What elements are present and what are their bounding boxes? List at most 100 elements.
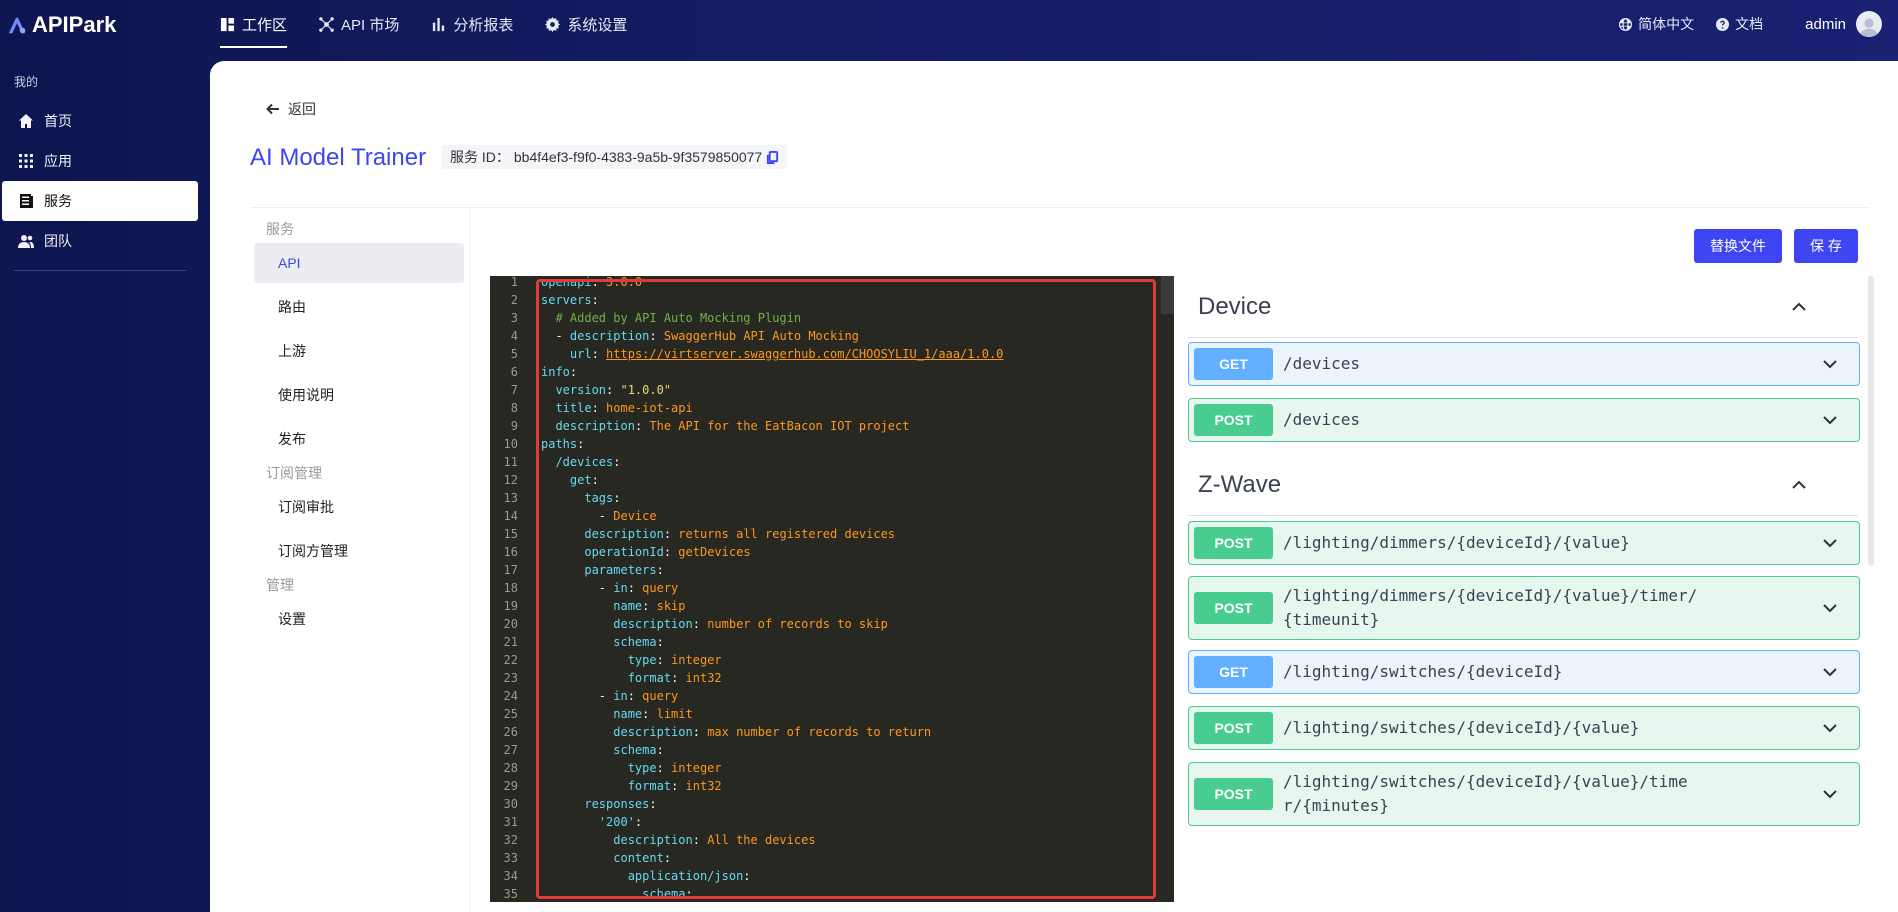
code-text: description: All the devices: [613, 833, 816, 847]
user-icon: [1859, 18, 1879, 37]
code-line: 31 '200':: [490, 813, 1003, 831]
code-line: 32 description: All the devices: [490, 831, 1003, 849]
submenu-item-subscription-review[interactable]: 订阅审批: [254, 487, 464, 527]
code-text: operationId: getDevices: [584, 545, 751, 559]
code-text: parameters:: [584, 563, 664, 577]
operation-path: /devices: [1283, 410, 1361, 429]
code-line: 16 operationId: getDevices: [490, 543, 1003, 561]
sidebar-item-apps[interactable]: 应用: [2, 141, 198, 181]
docs-link[interactable]: 文档: [1716, 14, 1763, 34]
http-method-badge: POST: [1194, 527, 1273, 559]
line-number: 34: [503, 869, 518, 883]
service-submenu: 服务 API 路由 上游 使用说明 发布 订阅管理 订阅审批 订阅方管理 管理 …: [250, 208, 470, 912]
save-button[interactable]: 保 存: [1794, 229, 1858, 263]
code-line: 1 openapi: 3.0.0: [490, 276, 1003, 291]
nav-workspace[interactable]: 工作区: [220, 0, 288, 48]
nav-api-market[interactable]: API 市场: [319, 0, 399, 48]
code-text: type: integer: [627, 761, 722, 775]
tag-header-device[interactable]: Device: [1188, 276, 1858, 338]
sidebar-item-home[interactable]: 首页: [2, 101, 198, 141]
replace-file-button[interactable]: 替换文件: [1694, 229, 1782, 263]
code-text: application/json:: [627, 869, 751, 883]
code-text: schema:: [642, 887, 693, 901]
operation-post-switch-timer[interactable]: POST /lighting/switches/{deviceId}/{valu…: [1188, 762, 1860, 826]
code-text: servers:: [541, 293, 599, 307]
line-number: 27: [503, 743, 518, 757]
tag-header-zwave[interactable]: Z-Wave: [1188, 454, 1858, 516]
operation-post-dimmer-timer[interactable]: POST /lighting/dimmers/{deviceId}/{value…: [1188, 576, 1860, 640]
line-number: 29: [503, 779, 518, 793]
nav-analytics[interactable]: 分析报表: [431, 0, 513, 48]
submenu-item-publish[interactable]: 发布: [254, 419, 464, 459]
code-text: - description: SwaggerHub API Auto Mocki…: [555, 329, 859, 343]
line-number: 8: [510, 401, 518, 415]
operation-get-devices[interactable]: GET /devices: [1188, 342, 1860, 386]
submenu-group-service: 服务: [266, 221, 294, 237]
sidebar-divider: [14, 270, 186, 271]
line-number: 35: [503, 887, 518, 901]
code-text: get:: [569, 473, 599, 487]
http-method-badge: POST: [1194, 778, 1273, 810]
team-icon: [18, 235, 34, 248]
operation-path: /lighting/switches/{deviceId}/{value}: [1283, 718, 1640, 737]
code-line: 24 - in: query: [490, 687, 1003, 705]
submenu-item-routes[interactable]: 路由: [254, 287, 464, 327]
back-link[interactable]: 返回: [266, 99, 316, 119]
line-number: 20: [503, 617, 518, 631]
line-number: 21: [503, 635, 518, 649]
line-number: 32: [503, 833, 518, 847]
submenu-item-subscribers[interactable]: 订阅方管理: [254, 531, 464, 571]
line-number: 19: [503, 599, 518, 613]
submenu-item-api[interactable]: API: [254, 243, 464, 283]
line-number: 18: [503, 581, 518, 595]
line-number: 33: [503, 851, 518, 865]
copy-icon[interactable]: [766, 150, 779, 164]
sidebar-item-team[interactable]: 团队: [2, 221, 198, 261]
chevron-down-icon: [1823, 416, 1837, 425]
line-number: 1: [510, 276, 518, 289]
code-text: format: int32: [627, 671, 722, 685]
nav-label: API 市场: [341, 16, 400, 34]
language-switcher[interactable]: 简体中文: [1619, 14, 1694, 34]
code-line: 20 description: number of records to ski…: [490, 615, 1003, 633]
submenu-item-docs[interactable]: 使用说明: [254, 375, 464, 415]
avatar[interactable]: [1856, 11, 1882, 37]
yaml-code-editor[interactable]: 1 openapi: 3.0.0 2 servers: 3 # Added by API…: [490, 276, 1174, 902]
code-line: 3 # Added by API Auto Mocking Plugin: [490, 309, 1003, 327]
page-title: AI Model Trainer: [250, 144, 427, 171]
app-logo[interactable]: APIPark: [6, 12, 116, 38]
code-line: 17 parameters:: [490, 561, 1003, 579]
line-number: 7: [510, 383, 518, 397]
operation-get-switch[interactable]: GET /lighting/switches/{deviceId}: [1188, 650, 1860, 694]
code-line: 23 format: int32: [490, 669, 1003, 687]
logo-icon: [8, 17, 26, 34]
code-text: - in: query: [598, 581, 679, 595]
line-number: 10: [503, 437, 518, 451]
submenu-group-subscription: 订阅管理: [266, 465, 322, 481]
code-line: 7 version: "1.0.0": [490, 381, 1003, 399]
chevron-down-icon: [1823, 790, 1837, 799]
swagger-scrollbar[interactable]: [1868, 276, 1874, 566]
submenu-group-manage: 管理: [266, 577, 294, 593]
operation-post-switch-value[interactable]: POST /lighting/switches/{deviceId}/{valu…: [1188, 706, 1860, 750]
user-menu[interactable]: admin: [1805, 11, 1882, 37]
code-text: schema:: [613, 743, 664, 757]
code-text: description: max number of records to re…: [613, 725, 932, 739]
line-number: 3: [510, 311, 518, 325]
operation-post-dimmer-value[interactable]: POST /lighting/dimmers/{deviceId}/{value…: [1188, 521, 1860, 565]
line-number: 24: [503, 689, 518, 703]
chevron-down-icon: [1823, 604, 1837, 613]
operation-post-devices[interactable]: POST /devices: [1188, 398, 1860, 442]
code-line: 11 /devices:: [490, 453, 1003, 471]
code-line: 28 type: integer: [490, 759, 1003, 777]
nav-label: 分析报表: [453, 16, 514, 34]
bar-chart-icon: [433, 17, 445, 31]
line-number: 16: [503, 545, 518, 559]
sidebar-item-services[interactable]: 服务: [2, 181, 198, 221]
docs-label: 文档: [1735, 16, 1764, 32]
submenu-item-settings[interactable]: 设置: [254, 599, 464, 639]
nav-settings[interactable]: 系统设置: [545, 0, 627, 48]
editor-scrollbar[interactable]: [1161, 276, 1174, 314]
submenu-item-upstream[interactable]: 上游: [254, 331, 464, 371]
nav-label: 工作区: [242, 16, 288, 34]
